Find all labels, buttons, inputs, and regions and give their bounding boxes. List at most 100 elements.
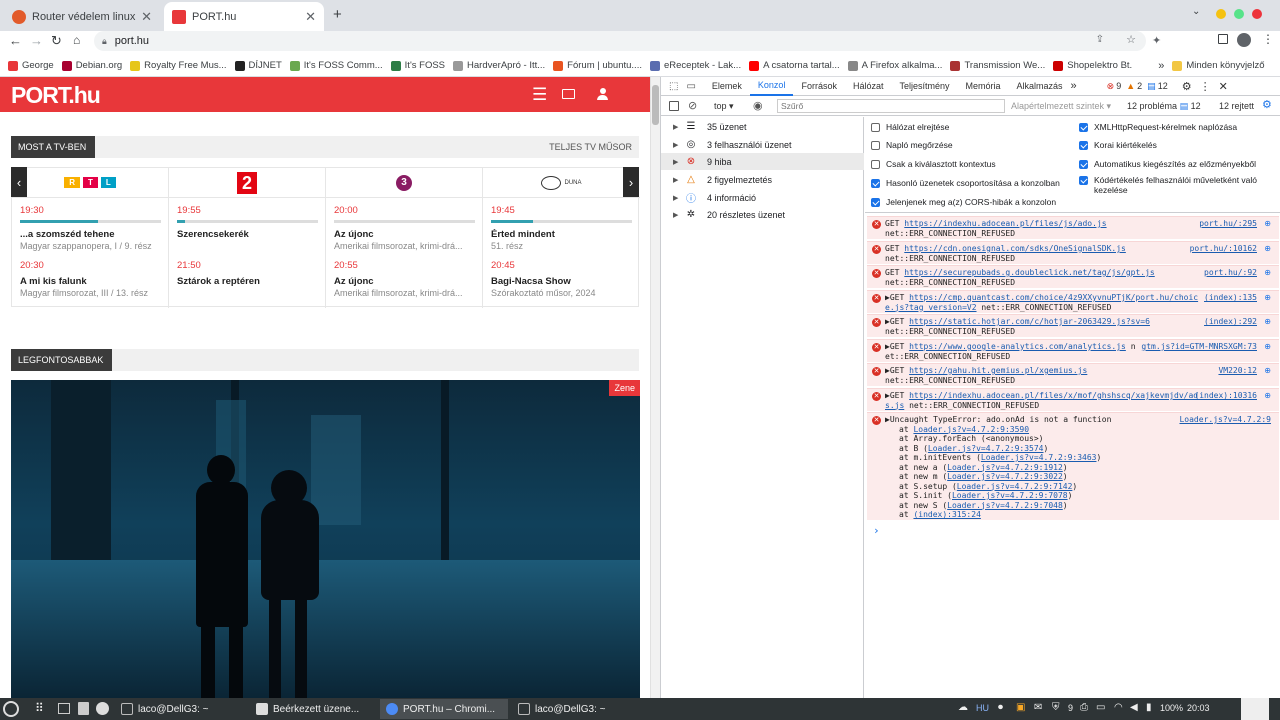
eye-icon[interactable]: ◉ [753, 99, 763, 112]
sidebar-item-user-messages[interactable]: ▶ ◎ 3 felhasználói üzenet [661, 136, 864, 153]
program-title[interactable]: ...a szomszéd tehene [20, 229, 165, 240]
error-count-icon[interactable]: ⊗ [1107, 81, 1115, 92]
eager-eval-checkbox[interactable]: Korai kiértékelés [1079, 140, 1280, 150]
bookmark[interactable]: Transmission We... [950, 60, 1045, 71]
source-link[interactable]: VM220:12 [1218, 366, 1257, 376]
sidebar-item-info[interactable]: ▶ ⓘ 4 információ [661, 189, 864, 206]
hero-image[interactable]: Zene [11, 380, 640, 698]
selected-context-checkbox[interactable]: Csak a kiválasztott kontextus [871, 159, 1076, 169]
tab-console[interactable]: Konzol [749, 77, 794, 96]
channel-logo-duna[interactable]: DUNA [483, 168, 640, 198]
console-error[interactable]: ✕ ▶GET https://static.hotjar.com/c/hotja… [867, 314, 1279, 337]
shield-icon[interactable]: ⛨ [1052, 702, 1060, 713]
bookmark[interactable]: Fórum | ubuntu.... [553, 60, 642, 71]
mail-icon[interactable]: ✉ [1034, 702, 1042, 713]
prev-channels-button[interactable]: ‹ [11, 167, 27, 197]
browser-launcher-icon[interactable] [96, 702, 109, 715]
hamburger-icon[interactable]: ☰ [532, 85, 547, 105]
console-error[interactable]: ✕ GET https://cdn.onesignal.com/sdks/One… [867, 241, 1279, 264]
clear-console-icon[interactable]: ⊘ [688, 99, 697, 112]
resource-link[interactable]: https://indexhu.adocean.pl/files/js/ado.… [904, 219, 1106, 228]
program-title[interactable]: Sztárok a reptéren [177, 276, 322, 287]
apps-grid-icon[interactable]: ⠿ [35, 701, 44, 715]
channel-logo-rtl3[interactable]: 3 [326, 168, 482, 198]
tab-elements[interactable]: Elemek [704, 77, 750, 96]
forward-icon[interactable]: → [30, 33, 43, 48]
autocomplete-checkbox[interactable]: Automatikus kiegészítés az előzményekből [1079, 159, 1280, 169]
close-icon[interactable]: ✕ [305, 9, 316, 25]
sidebar-item-warnings[interactable]: ▶ △ 2 figyelmeztetés [661, 171, 864, 188]
bookmark[interactable]: It's FOSS [390, 60, 445, 71]
source-link[interactable]: Loader.js?v=4.7.2:9 [1179, 415, 1271, 425]
sidebar-toggle-icon[interactable] [669, 101, 679, 111]
package-icon[interactable]: ▣ [1016, 702, 1025, 713]
address-bar[interactable]: 🔒︎ port.hu ⇪ ☆ [94, 31, 1146, 51]
context-select[interactable]: top ▾ [714, 101, 734, 112]
back-icon[interactable]: ← [9, 33, 22, 48]
star-icon[interactable]: ☆ [1126, 33, 1136, 46]
gear-icon[interactable]: ⚙ [1182, 80, 1192, 93]
device-icon[interactable]: ▭ [682, 81, 703, 92]
hide-network-checkbox[interactable]: Hálózat elrejtése [871, 122, 1076, 132]
console-error[interactable]: ✕ ▶GET https://gahu.hit.gemius.pl/xgemiu… [867, 363, 1279, 386]
chevron-down-icon[interactable]: ⌄ [1192, 6, 1200, 17]
console-error[interactable]: ✕ GET https://indexhu.adocean.pl/files/j… [867, 216, 1279, 239]
source-link[interactable]: (index):135 [1204, 293, 1257, 303]
next-channels-button[interactable]: › [623, 167, 639, 197]
console-exception[interactable]: ✕ ▶Uncaught TypeError: ado.onAd is not a… [867, 412, 1279, 520]
taskbar-window[interactable]: laco@DellG3: ~ [115, 699, 245, 719]
bookmark[interactable]: HardverApró - Itt... [453, 60, 545, 71]
bookmark[interactable]: It's FOSS Comm... [289, 60, 383, 71]
taskbar-window[interactable]: laco@DellG3: ~ [512, 699, 640, 719]
console-error[interactable]: ✕ ▶GET https://cmp.quantcast.com/choice/… [867, 290, 1279, 313]
program-title[interactable]: Az újonc [334, 276, 479, 287]
resource-link[interactable]: https://gahu.hit.gemius.pl/xgemius.js [909, 366, 1087, 375]
channel-logo-tv2[interactable]: 2 [169, 168, 325, 198]
console-error[interactable]: ✕ ▶GET https://www.google-analytics.com/… [867, 339, 1279, 362]
other-bookmarks[interactable]: Minden könyvjelző [1172, 60, 1264, 71]
bookmark[interactable]: Debian.org [61, 60, 122, 71]
taskbar-window[interactable]: PORT.hu – Chromi... [380, 699, 508, 719]
keyboard-layout[interactable]: HU [976, 703, 989, 713]
site-logo[interactable]: PORT.hu [11, 82, 101, 109]
maximize-icon[interactable] [1234, 9, 1244, 19]
source-link[interactable]: (index):292 [1204, 317, 1257, 327]
program-title[interactable]: Az újonc [334, 229, 479, 240]
source-link[interactable]: (index):10316 [1194, 391, 1257, 401]
files-icon[interactable] [78, 702, 89, 715]
filter-input[interactable] [777, 99, 1005, 113]
menu-icon[interactable]: ⋮ [1200, 80, 1211, 93]
menu-icon[interactable]: ⋮ [1262, 32, 1274, 46]
preserve-log-checkbox[interactable]: Napló megőrzése [871, 140, 1076, 150]
bookmark[interactable]: DÍJNET [234, 60, 282, 71]
close-icon[interactable]: ✕ [141, 9, 152, 25]
tab-memory[interactable]: Memória [958, 77, 1009, 96]
printer-icon[interactable]: ⎙ [1080, 702, 1088, 713]
terminal-icon[interactable] [58, 703, 70, 714]
console-settings-icon[interactable]: ⚙ [1262, 98, 1272, 111]
more-tabs-icon[interactable]: » [1071, 80, 1077, 92]
program-title[interactable]: Szerencsekerék [177, 229, 322, 240]
cors-errors-checkbox[interactable]: Jelenjenek meg a(z) CORS-hibák a konzolo… [871, 197, 1076, 207]
info-count-icon[interactable]: ▤ [1147, 81, 1156, 92]
source-link[interactable]: port.hu/:295 [1199, 219, 1257, 229]
display-icon[interactable]: ▭ [1096, 702, 1105, 713]
issues-button[interactable]: 12 probléma ▤ 12 [1127, 101, 1201, 112]
share-icon[interactable]: ⇪ [1096, 34, 1104, 45]
show-desktop-button[interactable] [1241, 698, 1269, 720]
category-badge[interactable]: Zene [609, 380, 640, 396]
minimize-icon[interactable] [1216, 9, 1226, 19]
wifi-icon[interactable]: ◠ [1114, 702, 1123, 713]
program-title[interactable]: A mi kis falunk [20, 276, 165, 287]
resource-link[interactable]: https://cdn.onesignal.com/sdks/OneSignal… [904, 244, 1126, 253]
sidebar-item-verbose[interactable]: ▶ ✲ 20 részletes üzenet [661, 206, 864, 223]
group-similar-checkbox[interactable]: Hasonló üzenetek csoportosítása a konzol… [871, 178, 1076, 188]
bookmark[interactable]: George [8, 60, 54, 71]
home-icon[interactable]: ⌂ [73, 33, 80, 47]
chat-icon[interactable]: ☁ [958, 702, 968, 713]
sidebar-item-messages[interactable]: ▶ ☰ 35 üzenet [661, 118, 864, 135]
tab-port[interactable]: PORT.hu ✕ [164, 2, 324, 31]
warning-count-icon[interactable]: ▲ [1126, 81, 1135, 91]
full-tv-link[interactable]: TELJES TV MŰSOR [549, 142, 632, 152]
close-icon[interactable]: ✕ [1219, 80, 1228, 93]
